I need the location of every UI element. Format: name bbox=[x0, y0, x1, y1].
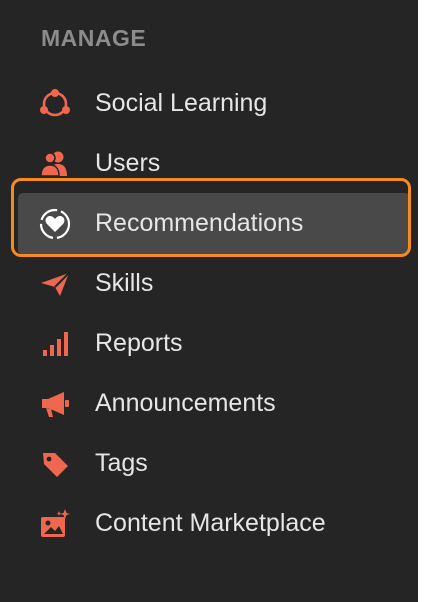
sidebar-item-skills[interactable]: Skills bbox=[0, 254, 418, 314]
sidebar-item-announcements[interactable]: Announcements bbox=[0, 374, 418, 434]
sidebar-item-tags[interactable]: Tags bbox=[0, 434, 418, 494]
section-heading-manage: MANAGE bbox=[41, 25, 147, 51]
manage-nav-list: Social Learning Users Recommendations Sk… bbox=[0, 74, 418, 554]
sidebar: MANAGE Social Learning Users Recommendat… bbox=[0, 0, 418, 602]
sidebar-item-label: Recommendations bbox=[95, 209, 304, 237]
sidebar-item-content-marketplace[interactable]: Content Marketplace bbox=[0, 494, 418, 554]
window-edge bbox=[418, 0, 424, 602]
megaphone-icon bbox=[39, 388, 71, 420]
sidebar-item-label: Reports bbox=[95, 329, 183, 357]
sidebar-item-reports[interactable]: Reports bbox=[0, 314, 418, 374]
sidebar-item-label: Social Learning bbox=[95, 89, 268, 117]
sidebar-item-label: Users bbox=[95, 149, 161, 177]
bar-chart-icon bbox=[39, 328, 71, 360]
sidebar-item-social-learning[interactable]: Social Learning bbox=[0, 74, 418, 134]
heart-badge-icon bbox=[39, 208, 71, 240]
sidebar-item-label: Announcements bbox=[95, 389, 276, 417]
sidebar-item-label: Skills bbox=[95, 269, 154, 297]
sidebar-item-label: Content Marketplace bbox=[95, 509, 326, 537]
users-icon bbox=[39, 148, 71, 180]
sidebar-item-users[interactable]: Users bbox=[0, 134, 418, 194]
paper-plane-icon bbox=[39, 268, 71, 300]
marketplace-image-icon bbox=[39, 508, 71, 540]
sidebar-item-recommendations[interactable]: Recommendations bbox=[0, 194, 418, 254]
tag-icon bbox=[39, 448, 71, 480]
sidebar-item-label: Tags bbox=[95, 449, 148, 477]
social-learning-icon bbox=[39, 88, 71, 120]
